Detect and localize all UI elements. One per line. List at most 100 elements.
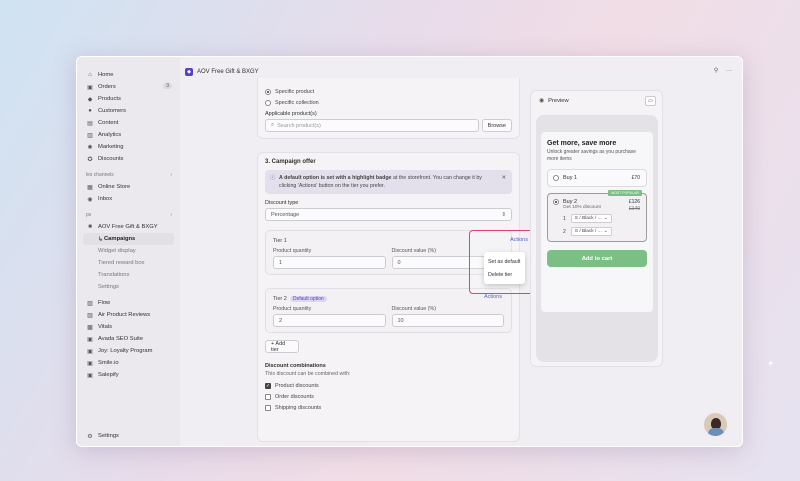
tier1-actions-highlight: Actions Set as default Delete tier [469, 230, 535, 294]
sidebar-item-inbox[interactable]: ◉ Inbox [77, 193, 180, 205]
offer-option-buy2[interactable]: MOST POPULAR Buy 2 Get 10% discount £126… [547, 190, 647, 242]
info-icon: ⓘ [270, 175, 276, 181]
tier-name: Tier 1 [273, 238, 287, 244]
sidebar-item-vitals[interactable]: ▩ Vitals [77, 321, 180, 333]
tier1-quantity-input[interactable]: 1 [273, 256, 386, 269]
offer-option-buy1[interactable]: Buy 1 £70 [547, 169, 647, 187]
sidebar-subitem-tiered-reward-box[interactable]: Tiered reward box [77, 257, 180, 269]
radio-specific-product[interactable]: Specific product [265, 86, 512, 97]
sidebar-item-marketing[interactable]: ✺ Marketing [77, 141, 180, 153]
inbox-icon: ◉ [87, 196, 93, 203]
checkbox-checked[interactable]: ✓ [265, 382, 271, 389]
tier-name: Tier 2 [273, 296, 287, 302]
menu-item-set-default[interactable]: Set as default [484, 255, 525, 268]
checkbox-order-discounts[interactable]: Order discounts [265, 391, 512, 402]
chevron-down-icon: ⌄ [603, 229, 608, 234]
close-icon[interactable]: ✕ [502, 174, 506, 182]
buy2-price: £126 £140 [628, 199, 640, 212]
sidebar-item-avada-seo[interactable]: ▣ Avada SEO Suite [77, 333, 180, 345]
chevron-right-icon: › [170, 212, 172, 218]
chart-icon: ▥ [87, 132, 93, 139]
content-icon: ▤ [87, 120, 93, 127]
app-icon: ■ [88, 224, 92, 230]
sales-channels-label[interactable]: les channels › [77, 169, 180, 181]
sidebar-item-settings[interactable]: ⚙ Settings [77, 430, 180, 442]
more-icon[interactable]: ··· [726, 68, 732, 74]
tag-icon: ◆ [87, 96, 93, 103]
chevron-down-icon: ⌄ [603, 216, 608, 221]
sidebar-subitem-settings[interactable]: Settings [77, 281, 180, 293]
seo-icon: ▣ [87, 336, 93, 343]
sidebar-subitem-campaigns[interactable]: ↳ Campaigns [83, 233, 174, 245]
campaign-offer-title: 3. Campaign offer [265, 159, 316, 165]
sidebar-subitem-translations[interactable]: Translations [77, 269, 180, 281]
tier2-discount-input[interactable]: 10 [391, 314, 504, 327]
sidebar-item-air-reviews[interactable]: ▨ Air Product Reviews [77, 309, 180, 321]
sidebar-item-joy-loyalty[interactable]: ▣ Joy: Loyalty Program [77, 345, 180, 357]
orders-icon: ▣ [87, 84, 93, 91]
flow-icon: ▧ [87, 300, 93, 307]
app-title: AOV Free Gift & BXGY [197, 69, 259, 75]
loyalty-icon: ▣ [87, 348, 93, 355]
radio-unchecked[interactable] [265, 99, 271, 106]
discount-type-select[interactable]: Percentage ⇕ [265, 208, 512, 221]
sidebar-subitem-widget-display[interactable]: Widget display [77, 245, 180, 257]
radio-checked[interactable] [553, 199, 559, 205]
orders-count-badge: 3 [163, 83, 172, 89]
offer-subtitle: Unlock greater savings as you purchase m… [547, 149, 636, 162]
browse-button[interactable]: Browse [481, 119, 512, 132]
sidebar-item-app[interactable]: ■ AOV Free Gift & BXGY [77, 221, 180, 233]
sidebar-item-products[interactable]: ◆ Products [77, 93, 180, 105]
sidebar-item-customers[interactable]: ● Customers [77, 105, 180, 117]
variant-row: 2 S / Black / ... ⌄ [563, 227, 641, 236]
select-arrows-icon: ⇕ [501, 211, 506, 218]
smile-icon: ▣ [87, 360, 93, 367]
actions-menu: Set as default Delete tier [484, 252, 525, 284]
checkbox-unchecked[interactable] [265, 393, 271, 400]
add-tier-button[interactable]: + Add tier [265, 340, 299, 353]
products-card: Specific product Specific collection App… [257, 78, 520, 139]
sidebar-item-salepify[interactable]: ▣ Salepify [77, 369, 180, 381]
sidebar-item-smile[interactable]: ▣ Smile.io [77, 357, 180, 369]
radio-checked[interactable] [265, 88, 271, 95]
preview-panel: ◉ Preview ▭ Get more, save more Unlock g… [530, 90, 663, 367]
sidebar-item-online-store[interactable]: ▦ Online Store [77, 181, 180, 193]
tier2-quantity-input[interactable]: 2 [273, 314, 386, 327]
tier1-actions-button[interactable]: Actions [510, 237, 528, 243]
default-option-badge: Default option [289, 296, 327, 302]
applicable-products-label: Applicable product(s) [265, 111, 317, 117]
apps-label[interactable]: ps › [77, 209, 180, 221]
checkbox-unchecked[interactable] [265, 404, 271, 411]
variant-row: 1 S / Black / ... ⌄ [563, 214, 641, 223]
tier2-actions-button[interactable]: Actions [484, 294, 502, 300]
variant-select[interactable]: S / Black / ... ⌄ [570, 227, 612, 236]
gear-icon: ⚙ [87, 433, 93, 440]
add-to-cart-button[interactable]: Add to cart [547, 250, 647, 267]
sidebar-item-discounts[interactable]: ✪ Discounts [77, 153, 180, 165]
checkbox-product-discounts[interactable]: ✓ Product discounts [265, 380, 512, 391]
checkbox-shipping-discounts[interactable]: Shipping discounts [265, 402, 512, 413]
variant-select[interactable]: S / Black / ... ⌄ [570, 214, 612, 223]
app-window: ⌂ Home ▣ Orders 3 ◆ Products ● Customers ▤ Con… [76, 56, 743, 447]
phone-frame: Get more, save more Unlock greater savin… [536, 115, 658, 362]
home-icon: ⌂ [88, 72, 92, 78]
sparkle-icon: ✦ [767, 359, 774, 368]
sidebar-item-analytics[interactable]: ▥ Analytics [77, 129, 180, 141]
sidebar-item-orders[interactable]: ▣ Orders 3 [77, 81, 180, 93]
person-icon: ● [88, 108, 92, 114]
product-search-input[interactable]: ⌕ Search product(s) [265, 119, 479, 132]
review-icon: ▨ [87, 312, 93, 319]
search-icon: ⌕ [271, 122, 275, 128]
sidebar-item-flow[interactable]: ▧ Flow [77, 297, 180, 309]
discount-type-label: Discount type [265, 200, 299, 206]
sidebar-item-content[interactable]: ▤ Content [77, 117, 180, 129]
mobile-view-icon[interactable]: ▭ [645, 96, 656, 106]
offer-widget: Get more, save more Unlock greater savin… [541, 132, 653, 312]
radio-specific-collection[interactable]: Specific collection [265, 97, 512, 108]
menu-item-delete-tier[interactable]: Delete tier [484, 268, 525, 281]
sidebar-item-home[interactable]: ⌂ Home [77, 69, 180, 81]
radio-unchecked[interactable] [553, 175, 559, 181]
preview-title: Preview [548, 98, 569, 104]
pin-icon[interactable]: ⚲ [714, 68, 718, 74]
app-logo-icon: ◆ [185, 68, 193, 76]
